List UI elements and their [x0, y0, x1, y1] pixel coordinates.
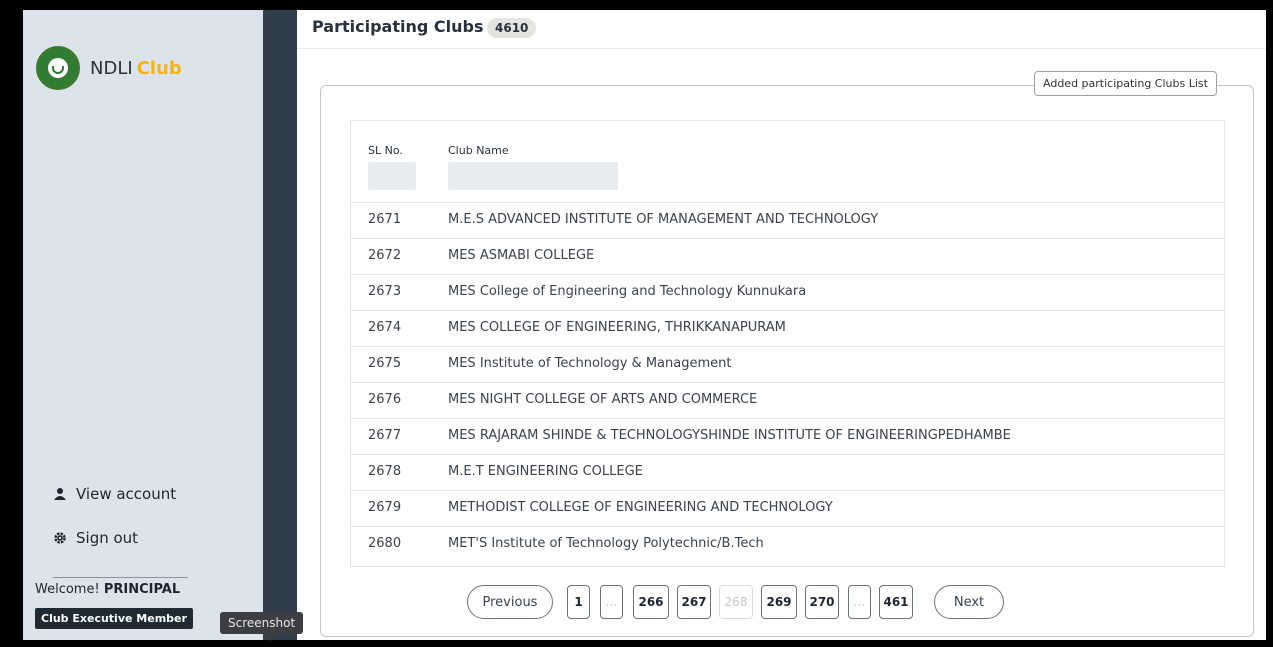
screenshot-tooltip: Screenshot [220, 612, 304, 641]
column-header-sl-no[interactable]: SL No. [368, 144, 403, 157]
table-row[interactable]: 2674 MES COLLEGE OF ENGINEERING, THRIKKA… [351, 310, 1224, 347]
table-row[interactable]: 2673 MES College of Engineering and Tech… [351, 274, 1224, 311]
welcome-prefix: Welcome! [35, 582, 100, 597]
page-button[interactable]: 270 [805, 585, 839, 619]
sign-out-link[interactable]: Sign out [53, 529, 138, 547]
page-button[interactable]: 461 [879, 585, 913, 619]
role-badge: Club Executive Member [35, 608, 193, 629]
table-row[interactable]: 2672 MES ASMABI COLLEGE [351, 238, 1224, 275]
welcome-user: PRINCIPAL [103, 582, 181, 597]
row-club-name: MES NIGHT COLLEGE OF ARTS AND COMMERCE [448, 392, 758, 407]
row-club-name: METHODIST COLLEGE OF ENGINEERING AND TEC… [448, 500, 833, 515]
user-icon [54, 488, 66, 500]
row-club-name: MES Institute of Technology & Management [448, 356, 732, 371]
row-club-name: M.E.T ENGINEERING COLLEGE [448, 464, 643, 479]
welcome-text: Welcome! PRINCIPAL [35, 582, 180, 597]
page-button[interactable]: 266 [633, 585, 669, 619]
row-club-name: MES COLLEGE OF ENGINEERING, THRIKKANAPUR… [448, 320, 786, 335]
ndli-logo-icon [36, 46, 80, 90]
column-header-club-name[interactable]: Club Name [448, 144, 509, 157]
row-sl-no: 2677 [368, 428, 402, 443]
row-sl-no: 2671 [368, 212, 402, 227]
sl-no-filter-input[interactable] [368, 162, 416, 190]
row-club-name: MES ASMABI COLLEGE [448, 248, 595, 263]
row-club-name: M.E.S ADVANCED INSTITUTE OF MANAGEMENT A… [448, 212, 879, 227]
previous-button[interactable]: Previous [467, 585, 553, 619]
row-sl-no: 2672 [368, 248, 402, 263]
next-button[interactable]: Next [934, 585, 1004, 619]
page-title: Participating Clubs [312, 17, 484, 36]
brand-title: NDLI Club [90, 58, 182, 79]
row-sl-no: 2680 [368, 536, 402, 551]
current-page-button: 268 [719, 585, 753, 619]
sidebar: NDLI Club View account Sign out Welcome! … [23, 10, 304, 641]
sidebar-rail [263, 10, 297, 640]
brand-name: NDLI [90, 57, 133, 79]
table-row[interactable]: 2680 MET'S Institute of Technology Polyt… [351, 526, 1224, 562]
page-button[interactable]: 269 [761, 585, 797, 619]
table-row[interactable]: 2671 M.E.S ADVANCED INSTITUTE OF MANAGEM… [351, 202, 1224, 239]
sign-out-label: Sign out [76, 529, 139, 547]
row-sl-no: 2673 [368, 284, 402, 299]
page-button[interactable]: 1 [567, 585, 590, 619]
clubs-table: SL No. Club Name 2671 M.E.S ADVANCED INS… [350, 120, 1225, 567]
row-sl-no: 2676 [368, 392, 402, 407]
table-row[interactable]: 2676 MES NIGHT COLLEGE OF ARTS AND COMME… [351, 382, 1224, 419]
page-ellipsis: ... [600, 585, 623, 619]
panel-legend: Added participating Clubs List [1034, 71, 1217, 96]
gear-icon [54, 532, 66, 544]
page-ellipsis: ... [848, 585, 871, 619]
table-row[interactable]: 2679 METHODIST COLLEGE OF ENGINEERING AN… [351, 490, 1224, 527]
page-button[interactable]: 267 [677, 585, 711, 619]
count-badge: 4610 [487, 18, 537, 38]
row-club-name: MES College of Engineering and Technolog… [448, 284, 807, 299]
row-club-name: MES RAJARAM SHINDE & TECHNOLOGYSHINDE IN… [448, 428, 1011, 443]
table-row[interactable]: 2675 MES Institute of Technology & Manag… [351, 346, 1224, 383]
main-content: Participating Clubs 4610 Added participa… [297, 10, 1266, 640]
brand-accent: Club [136, 57, 182, 79]
page-header: Participating Clubs 4610 [297, 10, 1266, 49]
view-account-label: View account [76, 485, 177, 503]
club-name-filter-input[interactable] [448, 162, 618, 190]
row-sl-no: 2678 [368, 464, 402, 479]
row-club-name: MET'S Institute of Technology Polytechni… [448, 536, 764, 551]
row-sl-no: 2675 [368, 356, 402, 371]
table-header-row: SL No. Club Name [351, 121, 1224, 203]
table-row[interactable]: 2677 MES RAJARAM SHINDE & TECHNOLOGYSHIN… [351, 418, 1224, 455]
table-row[interactable]: 2678 M.E.T ENGINEERING COLLEGE [351, 454, 1224, 491]
row-sl-no: 2674 [368, 320, 402, 335]
sidebar-divider [53, 577, 188, 578]
brand[interactable]: NDLI Club [36, 46, 182, 90]
view-account-link[interactable]: View account [53, 485, 176, 503]
row-sl-no: 2679 [368, 500, 402, 515]
